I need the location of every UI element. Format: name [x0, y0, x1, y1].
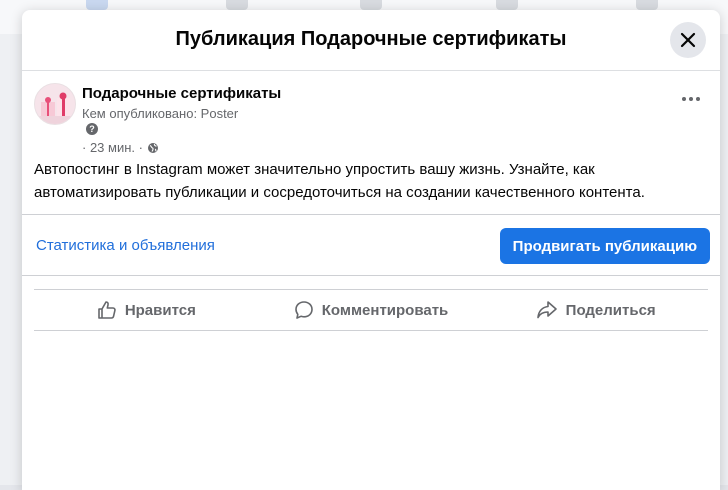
more-dot-icon	[696, 97, 700, 101]
like-label: Нравится	[124, 301, 196, 319]
more-dot-icon	[682, 97, 686, 101]
modal-title: Публикация Подарочные сертификаты	[175, 28, 567, 50]
divider	[22, 275, 720, 276]
post-text: Автопостинг в Instagram может значительн…	[34, 161, 645, 201]
background-left-pane	[0, 34, 22, 485]
share-icon	[536, 301, 557, 319]
comment-icon	[294, 301, 313, 319]
post-header: Подарочные сертификаты Кем опубликовано:…	[22, 71, 720, 157]
nav-home-icon	[86, 0, 108, 10]
modal-header: Публикация Подарочные сертификаты	[22, 10, 720, 71]
page-avatar[interactable]	[34, 83, 76, 125]
share-label: Поделиться	[565, 301, 656, 319]
posted-by: Кем опубликовано: Poster	[82, 106, 239, 121]
close-icon	[680, 32, 696, 48]
share-button[interactable]: Поделиться	[483, 290, 708, 330]
more-options-button[interactable]	[678, 89, 704, 109]
insights-and-ads-link[interactable]: Статистика и объявления	[36, 237, 215, 254]
close-button[interactable]	[670, 22, 706, 58]
comment-label: Комментировать	[321, 301, 449, 319]
post-insights-row: Статистика и объявления Продвигать публи…	[22, 215, 720, 275]
nav-marketplace-icon	[360, 0, 382, 10]
page-name[interactable]: Подарочные сертификаты	[82, 85, 281, 102]
nav-gaming-icon	[636, 0, 658, 10]
post-meta: · 23 мин. ·	[82, 140, 159, 155]
comment-button[interactable]: Комментировать	[259, 290, 484, 330]
like-icon	[98, 301, 116, 319]
boost-post-button[interactable]: Продвигать публикацию	[499, 228, 710, 264]
more-dot-icon	[689, 97, 693, 101]
like-button[interactable]: Нравится	[34, 290, 259, 330]
post-time[interactable]: · 23 мин. ·	[82, 140, 143, 155]
post-modal: Публикация Подарочные сертификаты Подаро…	[22, 10, 720, 490]
globe-icon	[147, 142, 158, 153]
post-actions-bar: Нравится Комментировать Поделиться	[34, 289, 708, 331]
gift-avatar-image	[35, 84, 75, 124]
nav-groups-icon	[496, 0, 518, 10]
nav-video-icon	[226, 0, 248, 10]
help-icon[interactable]: ?	[86, 123, 98, 135]
